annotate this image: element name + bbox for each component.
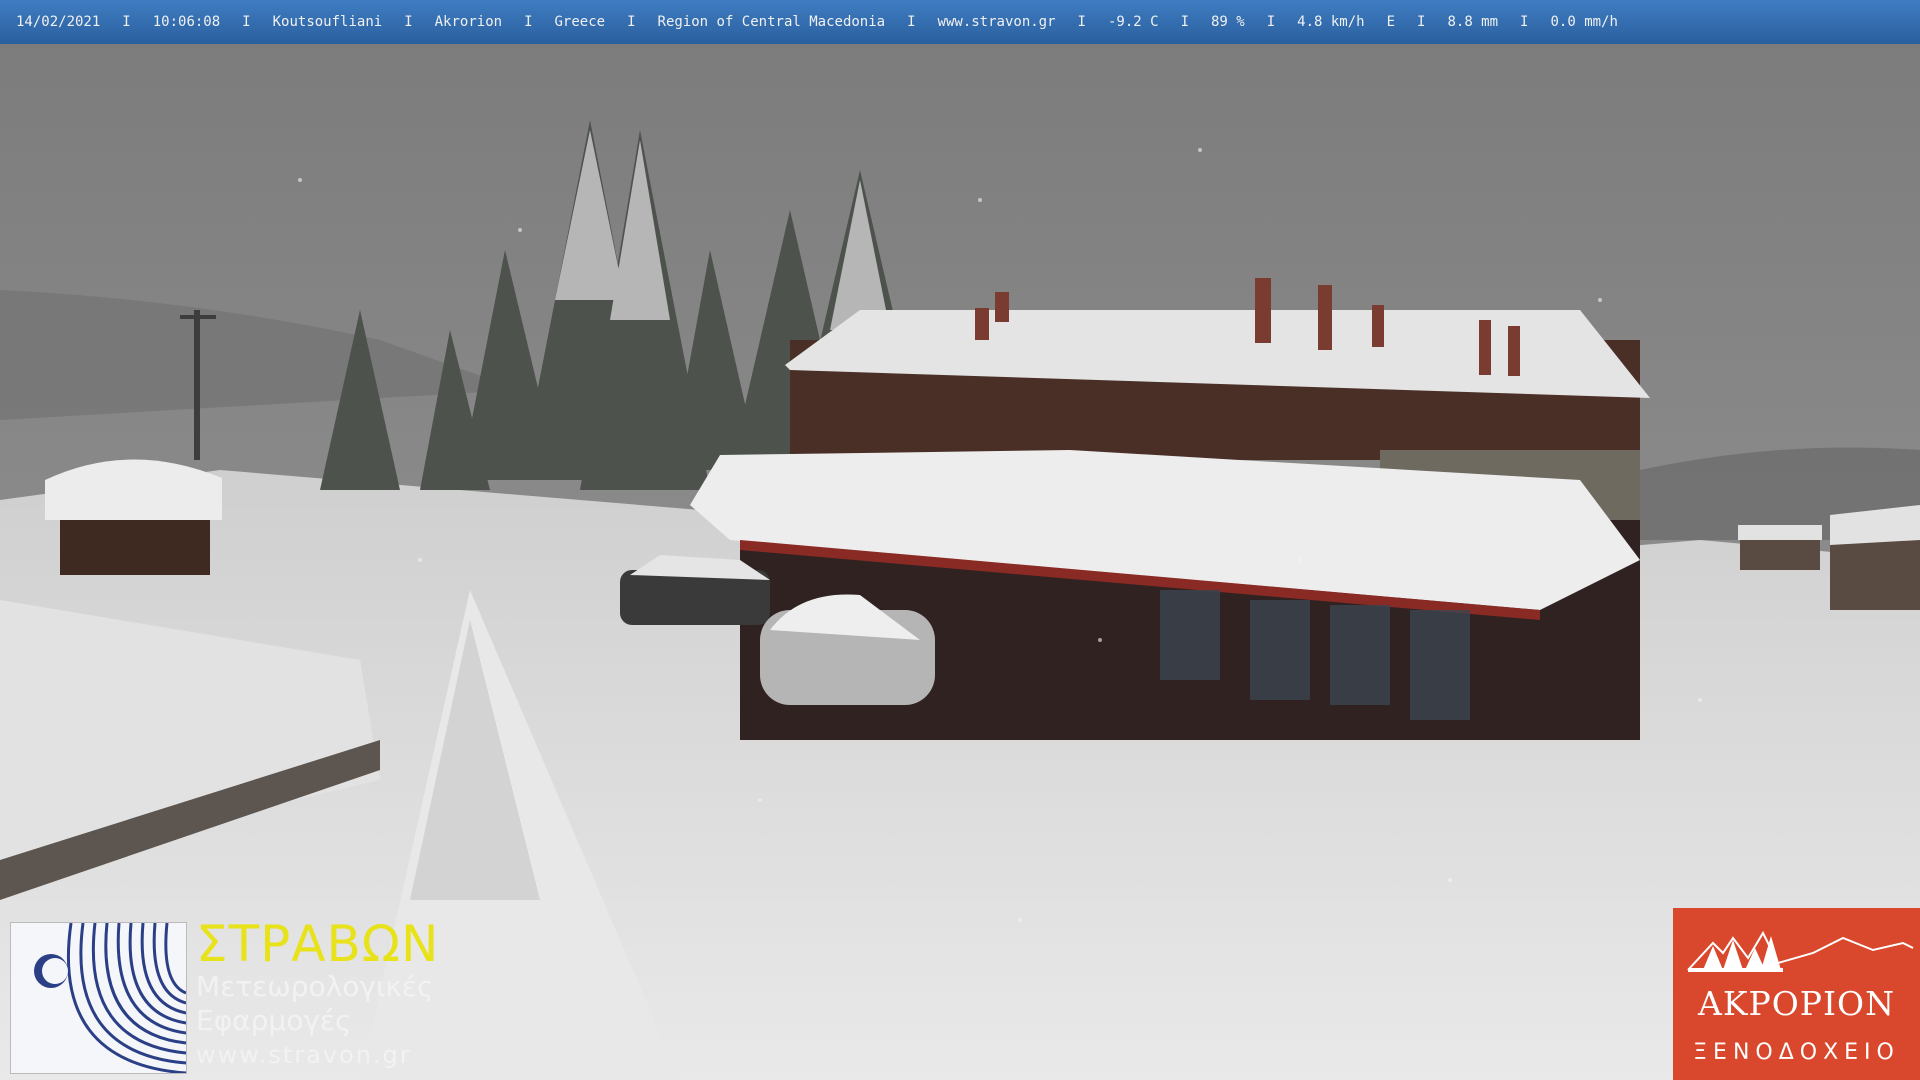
time-text: 10:06:08: [152, 14, 221, 30]
stravon-logo: [10, 922, 187, 1074]
stravon-title: ΣΤΡΑΒΩΝ: [196, 915, 440, 973]
rain-rate-text: 0.0 mm/h: [1550, 14, 1618, 30]
region-text: Region of Central Macedonia: [657, 14, 886, 30]
mountain-trees-icon: [1687, 930, 1914, 972]
weather-info-bar: 14/02/2021 I 10:06:08 I Koutsoufliani I …: [0, 0, 1920, 44]
stravon-line2: Εφαρμογές: [196, 1004, 352, 1037]
website-text: www.stravon.gr: [937, 14, 1056, 30]
akrorion-name: ΑΚΡΟΡΙΟΝ: [1698, 984, 1895, 1023]
separator: I: [242, 14, 251, 30]
country-text: Greece: [554, 14, 606, 30]
wind-speed-text: 4.8 km/h: [1297, 14, 1365, 30]
separator: I: [1520, 14, 1529, 30]
separator: I: [404, 14, 413, 30]
separator: I: [907, 14, 916, 30]
stravon-url: www.stravon.gr: [196, 1041, 412, 1069]
separator: I: [1266, 14, 1276, 30]
stravon-line1: Μετεωρολογικές: [196, 970, 434, 1003]
station-text: Akrorion: [434, 14, 503, 30]
temperature-text: -9.2 C: [1107, 14, 1159, 30]
stravon-brand-text: ΣΤΡΑΒΩΝ Μετεωρολογικές Εφαρμογές www.str…: [196, 918, 439, 1072]
separator: I: [1180, 14, 1189, 30]
separator: I: [1417, 14, 1426, 30]
stravon-swirl-icon: [11, 923, 186, 1073]
humidity-text: 89 %: [1211, 14, 1245, 30]
date-text: 14/02/2021: [16, 14, 101, 30]
village-text: Koutsoufliani: [272, 14, 383, 30]
akrorion-subtitle: ΞΕΝΟΔΟΧΕΙΟ: [1693, 1040, 1900, 1065]
separator: I: [524, 14, 533, 30]
rain-total-text: 8.8 mm: [1447, 14, 1499, 30]
wind-direction-text: E: [1386, 14, 1396, 30]
separator: I: [1077, 14, 1086, 30]
separator: I: [627, 14, 636, 30]
akrorion-logo: ΑΚΡΟΡΙΟΝ ΞΕΝΟΔΟΧΕΙΟ: [1673, 908, 1920, 1080]
separator: I: [122, 14, 131, 30]
